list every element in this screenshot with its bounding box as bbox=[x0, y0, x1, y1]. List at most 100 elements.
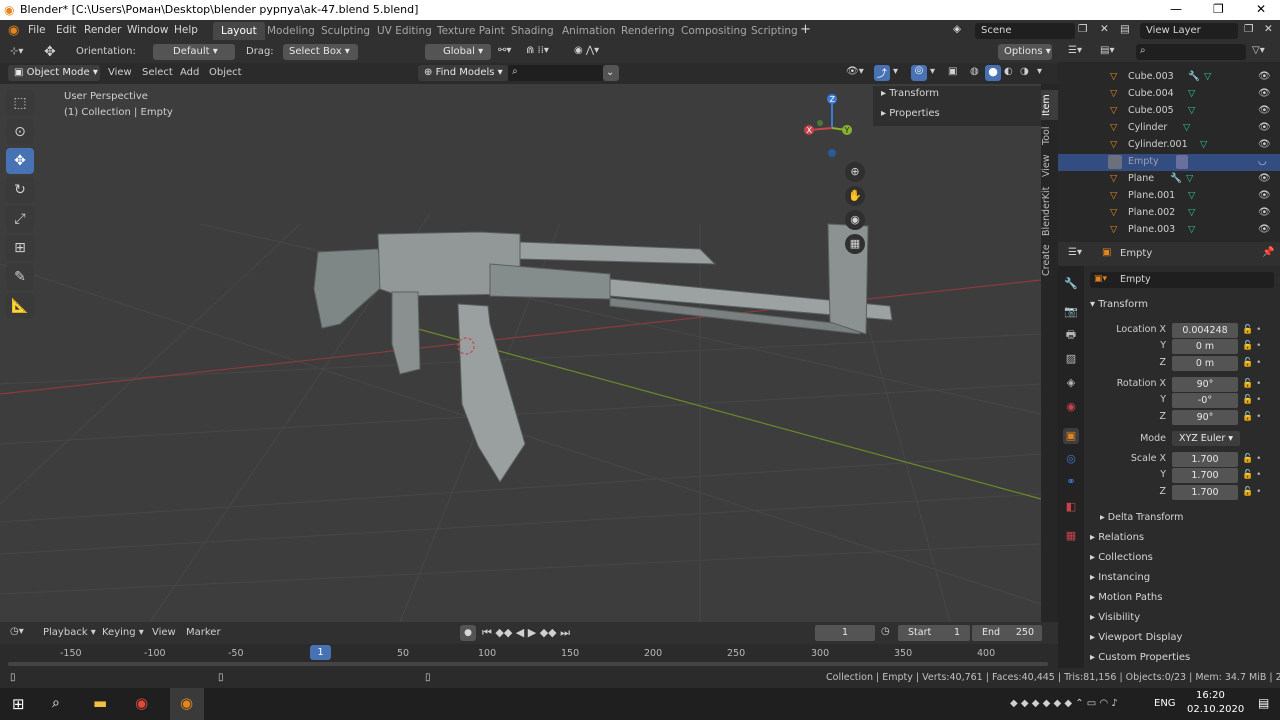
eye-hidden-icon[interactable]: ◡ bbox=[1258, 156, 1267, 167]
eye-icon[interactable]: 👁 bbox=[1258, 139, 1271, 150]
scene-tab-icon[interactable]: ◈ bbox=[1063, 375, 1079, 391]
menu-select[interactable]: Select bbox=[142, 67, 173, 78]
location-z-field[interactable]: 0 m bbox=[1172, 356, 1238, 371]
file-explorer-icon[interactable]: ▬ bbox=[93, 694, 107, 712]
select-box-tool-icon[interactable]: ⬚ bbox=[6, 90, 34, 116]
location-x-field[interactable]: 0.004248 bbox=[1172, 323, 1238, 338]
display-mode-icon[interactable]: ▤▾ bbox=[1100, 45, 1114, 56]
transform-panel-header[interactable]: ▾ Transform bbox=[1090, 299, 1148, 310]
viewport-display-panel[interactable]: ▸ Viewport Display bbox=[1090, 632, 1182, 643]
eye-icon[interactable]: 👁 bbox=[1258, 71, 1271, 82]
menu-help[interactable]: Help bbox=[174, 24, 198, 36]
orientation-dropdown[interactable]: Default ▾ bbox=[153, 44, 235, 60]
ortho-grid-icon[interactable]: ▦ bbox=[845, 234, 865, 254]
search-options-button[interactable]: ⌄ bbox=[603, 65, 619, 81]
shading-dropdown-icon[interactable]: ▾ bbox=[1037, 66, 1042, 77]
clock-time[interactable]: 16:20 bbox=[1196, 690, 1225, 701]
gizmo-dropdown-icon[interactable]: ▾ bbox=[893, 66, 898, 77]
eye-icon[interactable]: 👁 bbox=[1258, 190, 1271, 201]
current-frame-marker[interactable]: 1 bbox=[310, 645, 331, 660]
cursor-tool-icon[interactable]: ⊙ bbox=[6, 119, 34, 145]
output-tab-icon[interactable]: 🖶 bbox=[1063, 327, 1079, 343]
eye-icon[interactable]: 👁 bbox=[1258, 207, 1271, 218]
material-shading-icon[interactable]: ◐ bbox=[1004, 66, 1013, 77]
menu-file[interactable]: File bbox=[28, 24, 46, 36]
snap-icon[interactable]: ⋒ ⁞⁞▾ bbox=[526, 45, 549, 56]
blender-menu-icon[interactable]: ◉ bbox=[8, 23, 19, 38]
visibility-icon[interactable]: 👁▾ bbox=[846, 66, 864, 77]
current-frame-field[interactable]: 1 bbox=[815, 625, 875, 641]
outliner-row[interactable]: ▽ Cylinder ▽ 👁 bbox=[1058, 120, 1280, 137]
render-tab-icon[interactable]: 📷 bbox=[1063, 304, 1079, 320]
texture-tab-icon[interactable]: ▦ bbox=[1063, 528, 1079, 544]
location-y-field[interactable]: 0 m bbox=[1172, 339, 1238, 354]
menu-edit[interactable]: Edit bbox=[56, 24, 76, 36]
overlay-dropdown-icon[interactable]: ▾ bbox=[930, 66, 935, 77]
tab-shading[interactable]: Shading bbox=[503, 22, 562, 40]
add-workspace-icon[interactable]: + bbox=[800, 22, 811, 37]
lock-icon[interactable]: 🔓 • bbox=[1242, 325, 1261, 335]
options-dropdown[interactable]: Options ▾ bbox=[998, 44, 1052, 60]
tab-scripting[interactable]: Scripting bbox=[743, 22, 806, 40]
properties-editor-icon[interactable]: ☰▾ bbox=[1068, 247, 1082, 258]
tab-view[interactable]: View bbox=[1041, 152, 1058, 180]
npanel-transform[interactable]: ▸ Transform bbox=[881, 88, 939, 99]
filter-icon[interactable]: ▽▾ bbox=[1252, 45, 1265, 56]
measure-tool-icon[interactable]: 📐 bbox=[6, 293, 34, 319]
eye-icon[interactable]: 👁 bbox=[1258, 224, 1271, 235]
rendered-shading-icon[interactable]: ◑ bbox=[1020, 66, 1029, 77]
tab-texture-paint[interactable]: Texture Paint bbox=[429, 22, 513, 40]
rotation-mode-dropdown[interactable]: XYZ Euler ▾ bbox=[1172, 431, 1240, 446]
lock-icon[interactable]: 🔓 • bbox=[1242, 341, 1261, 351]
eye-icon[interactable]: 👁 bbox=[1258, 173, 1271, 184]
chrome-icon[interactable]: ◉ bbox=[135, 694, 148, 712]
proportional-edit-icon[interactable]: ◉ ⋀▾ bbox=[574, 45, 599, 56]
copy-view-layer-icon[interactable]: ❐ bbox=[1244, 23, 1253, 35]
relations-panel[interactable]: ▸ Relations bbox=[1090, 532, 1144, 543]
lock-icon[interactable]: 🔓 • bbox=[1242, 412, 1261, 422]
end-frame-field[interactable]: End 250 bbox=[972, 625, 1042, 641]
pin-icon[interactable]: 📌 bbox=[1262, 247, 1274, 258]
menu-playback[interactable]: Playback ▾ bbox=[43, 627, 96, 638]
outliner-row[interactable]: ▽ Plane 🔧 ▽ 👁 bbox=[1058, 171, 1280, 188]
input-language[interactable]: ENG bbox=[1154, 698, 1176, 709]
menu-marker[interactable]: Marker bbox=[186, 627, 221, 638]
wireframe-shading-icon[interactable]: ◍ bbox=[970, 66, 979, 77]
navigation-gizmo[interactable]: Z X Y bbox=[800, 90, 864, 160]
view-layer-field[interactable]: View Layer bbox=[1140, 23, 1238, 39]
transform-tool-icon[interactable]: ⊞ bbox=[6, 235, 34, 261]
menu-render[interactable]: Render bbox=[84, 24, 121, 36]
start-frame-field[interactable]: Start 1 bbox=[898, 625, 970, 641]
lock-icon[interactable]: 🔓 • bbox=[1242, 395, 1261, 405]
maximize-icon[interactable]: ❐ bbox=[1213, 2, 1224, 16]
outliner-row[interactable]: ▽ Cube.003 🔧 ▽ 👁 bbox=[1058, 69, 1280, 86]
outliner-row[interactable]: ▽ Cube.005 ▽ 👁 bbox=[1058, 103, 1280, 120]
eye-icon[interactable]: 👁 bbox=[1258, 105, 1271, 116]
drag-dropdown[interactable]: Select Box ▾ bbox=[283, 44, 358, 60]
xray-icon[interactable]: ▣ bbox=[948, 66, 957, 77]
tab-item[interactable]: Item bbox=[1041, 90, 1058, 120]
eye-icon[interactable]: 👁 bbox=[1258, 88, 1271, 99]
collections-panel[interactable]: ▸ Collections bbox=[1090, 552, 1153, 563]
3d-viewport[interactable]: User Perspective (1) Collection | Empty … bbox=[0, 84, 1041, 622]
clock-date[interactable]: 02.10.2020 bbox=[1187, 704, 1244, 715]
mode-dropdown[interactable]: ▣ Object Mode ▾ bbox=[8, 65, 100, 81]
data-tab-icon[interactable]: ◧ bbox=[1063, 499, 1079, 515]
motion-paths-panel[interactable]: ▸ Motion Paths bbox=[1090, 592, 1162, 603]
menu-view[interactable]: View bbox=[108, 67, 132, 78]
rotation-x-field[interactable]: 90° bbox=[1172, 377, 1238, 392]
tray-icons[interactable]: ◆ ◆ ◆ ◆ ◆ ◆ ⌃ ▭ ◠ ♪ bbox=[1010, 698, 1118, 709]
outliner-editor-icon[interactable]: ☰▾ bbox=[1068, 45, 1082, 56]
rotation-z-field[interactable]: 90° bbox=[1172, 410, 1238, 425]
transform-orientation-dropdown[interactable]: Global ▾ bbox=[425, 44, 491, 60]
move-tool-button-icon[interactable]: ✥ bbox=[6, 148, 34, 174]
overlay-toggle-icon[interactable]: ◎ bbox=[911, 65, 927, 81]
tab-create[interactable]: Create bbox=[1041, 242, 1058, 278]
lock-icon[interactable]: 🔓 • bbox=[1242, 454, 1261, 464]
timeline-editor-icon[interactable]: ◷▾ bbox=[10, 626, 24, 637]
remove-scene-icon[interactable]: ✕ bbox=[1100, 23, 1109, 35]
rotation-y-field[interactable]: -0° bbox=[1172, 393, 1238, 408]
rotate-tool-icon[interactable]: ↻ bbox=[6, 177, 34, 203]
view-layer-tab-icon[interactable]: ▨ bbox=[1063, 351, 1079, 367]
annotate-tool-icon[interactable]: ✎ bbox=[6, 264, 34, 290]
